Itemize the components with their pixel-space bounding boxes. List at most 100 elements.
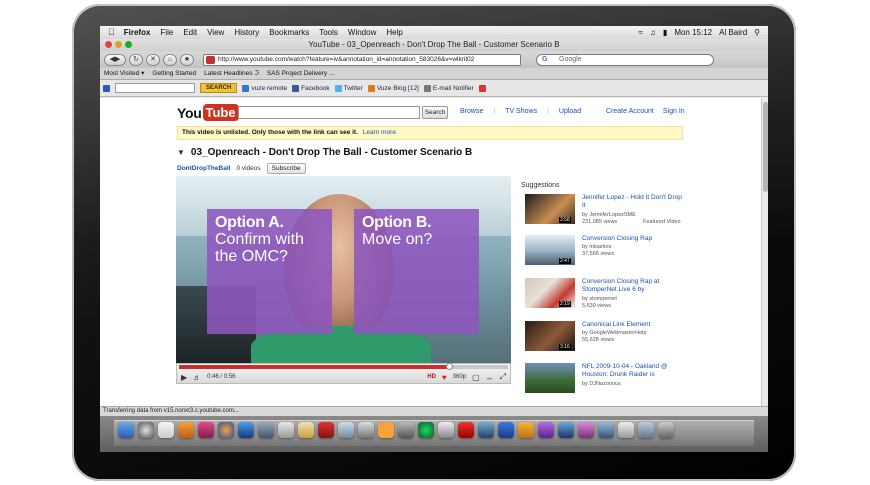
page-scrollbar[interactable]	[761, 98, 768, 406]
finder-icon[interactable]	[118, 422, 134, 438]
suggestion-title[interactable]: Conversion Closing Rap	[582, 235, 684, 243]
illustrator-icon[interactable]	[178, 422, 194, 438]
suggestion-item[interactable]: NFL 2009-10-04 - Oakland @ Houston: Drun…	[525, 363, 685, 399]
battery-icon[interactable]: ▮	[663, 26, 667, 39]
suggestion-title[interactable]: NFL 2009-10-04 - Oakland @ Houston: Drun…	[582, 363, 684, 379]
nav-tv-shows[interactable]: TV Shows	[505, 108, 537, 115]
suggestion-author[interactable]: by stompernet	[582, 296, 617, 302]
app-icon[interactable]	[258, 422, 274, 438]
toolbar-email-notifier[interactable]: E-mail Notifier	[423, 84, 474, 92]
annotation-option-a[interactable]: Option A. Confirm with the OMC?	[207, 209, 332, 334]
menu-app-firefox[interactable]: Firefox	[124, 26, 151, 39]
nav-browse[interactable]: Browse	[460, 108, 483, 115]
alert-icon[interactable]	[478, 84, 486, 92]
suggestion-item[interactable]: 2:19 Conversion Closing Rap at StomperNe…	[525, 278, 685, 314]
annotation-option-b[interactable]: Option B. Move on?	[354, 209, 479, 334]
suggestion-author[interactable]: by JenniferLopezSME	[582, 212, 636, 218]
url-bar[interactable]: http://www.youtube.com/watch?feature=iv&…	[203, 53, 521, 66]
menu-bookmarks[interactable]: Bookmarks	[269, 26, 309, 39]
suggestion-thumbnail[interactable]	[525, 363, 575, 393]
bookmark-most-visited[interactable]: Most Visited ▾	[104, 68, 144, 79]
spotlight-icon[interactable]: ⚲	[754, 26, 760, 39]
dashboard-icon[interactable]	[138, 422, 154, 438]
app-icon[interactable]	[578, 422, 594, 438]
user-name[interactable]: Al Baird	[719, 26, 747, 39]
heart-icon[interactable]: ♥	[442, 373, 447, 382]
vlc-icon[interactable]	[378, 422, 394, 438]
channel-video-count[interactable]: 0 videos	[236, 165, 260, 172]
app-icon[interactable]	[478, 422, 494, 438]
firefox-icon[interactable]	[218, 422, 234, 438]
suggestion-title[interactable]: Jennifer Lopez - Hold It Don't Drop It	[582, 194, 684, 210]
app-icon[interactable]	[518, 422, 534, 438]
zoom-icon[interactable]	[125, 41, 132, 48]
toolbar-vuze-remote[interactable]: vuze remote	[242, 84, 287, 92]
menu-window[interactable]: Window	[348, 26, 376, 39]
app-icon[interactable]	[398, 422, 414, 438]
popout-icon[interactable]: ▢	[472, 373, 480, 382]
sign-in-link[interactable]: Sign In	[663, 108, 685, 115]
hd-icon[interactable]: HD	[427, 374, 436, 380]
menu-view[interactable]: View	[207, 26, 224, 39]
menu-history[interactable]: History	[234, 26, 259, 39]
app-icon[interactable]	[338, 422, 354, 438]
app-icon[interactable]	[458, 422, 474, 438]
suggestion-author[interactable]: by DJNazorious	[582, 381, 621, 387]
bookmark-getting-started[interactable]: Getting Started	[152, 68, 196, 79]
spotify-icon[interactable]	[418, 422, 434, 438]
photoshop-icon[interactable]	[238, 422, 254, 438]
suggestion-title[interactable]: Conversion Closing Rap at StomperNet Liv…	[582, 278, 684, 294]
youtube-search-button[interactable]: Search	[422, 106, 448, 119]
close-icon[interactable]	[105, 41, 112, 48]
video-player[interactable]: Option A. Confirm with the OMC? Option B…	[176, 176, 511, 363]
trash-icon[interactable]	[658, 422, 674, 438]
menu-edit[interactable]: Edit	[183, 26, 197, 39]
youtube-logo[interactable]: You Tube	[177, 104, 239, 121]
home-icon[interactable]: ⌂	[163, 53, 177, 66]
progress-handle[interactable]	[445, 363, 453, 370]
menu-tools[interactable]: Tools	[319, 26, 338, 39]
app-icon[interactable]	[278, 422, 294, 438]
suggestion-title[interactable]: Canonical Link Element	[582, 321, 684, 329]
toolbar-vuze-blog[interactable]: Vuze Blog [12]	[367, 84, 419, 92]
youtube-search-input[interactable]	[238, 106, 420, 119]
back-forward-button[interactable]: ◀▶	[104, 53, 126, 66]
suggestion-item[interactable]: 3:58 Jennifer Lopez - Hold It Don't Drop…	[525, 194, 685, 230]
search-input[interactable]: G Google	[536, 53, 714, 66]
reload-icon[interactable]: ↻	[129, 53, 143, 66]
app-icon[interactable]	[598, 422, 614, 438]
toolbar-twitter[interactable]: Twitter	[334, 84, 363, 92]
minimize-icon[interactable]	[115, 41, 122, 48]
nav-upload[interactable]: Upload	[559, 108, 581, 115]
bookmark-latest-headlines[interactable]: Latest Headlines ℑ	[204, 68, 259, 79]
folder-icon[interactable]	[638, 422, 654, 438]
app-icon[interactable]	[618, 422, 634, 438]
apple-icon[interactable]: 	[108, 26, 115, 39]
scrollbar-thumb[interactable]	[763, 102, 768, 192]
toolbar-search-field[interactable]	[115, 83, 195, 93]
suggestion-item[interactable]: 2:47 Conversion Closing Rap by mlsarkos …	[525, 235, 685, 271]
app-icon[interactable]	[538, 422, 554, 438]
subscribe-button[interactable]: Subscribe	[266, 163, 306, 174]
app-icon[interactable]	[438, 422, 454, 438]
bookmark-sas-project[interactable]: SAS Project Delivery ...	[267, 68, 335, 79]
suggestion-author[interactable]: by mlsarkos	[582, 244, 611, 250]
toolbar-facebook[interactable]: Facebook	[292, 84, 330, 92]
indesign-icon[interactable]	[198, 422, 214, 438]
play-icon[interactable]: ▶	[181, 373, 187, 382]
volume-icon[interactable]: ♬	[193, 373, 201, 382]
volume-icon[interactable]: ♫	[650, 26, 656, 39]
menu-help[interactable]: Help	[386, 26, 402, 39]
wifi-icon[interactable]: ≈	[639, 26, 643, 39]
acrobat-icon[interactable]	[158, 422, 174, 438]
app-icon[interactable]	[298, 422, 314, 438]
suggestion-author[interactable]: by GoogleWebmasterHelp	[582, 330, 646, 336]
menu-file[interactable]: File	[160, 26, 173, 39]
toolbar-search-button[interactable]: SEARCH	[200, 83, 238, 93]
stop-icon[interactable]: ✕	[146, 53, 160, 66]
fullscreen-icon[interactable]: ⤢	[500, 372, 506, 382]
app-icon[interactable]	[498, 422, 514, 438]
app-icon[interactable]	[358, 422, 374, 438]
create-account-link[interactable]: Create Account	[606, 108, 654, 115]
channel-link[interactable]: DontDropTheBall	[177, 165, 230, 172]
